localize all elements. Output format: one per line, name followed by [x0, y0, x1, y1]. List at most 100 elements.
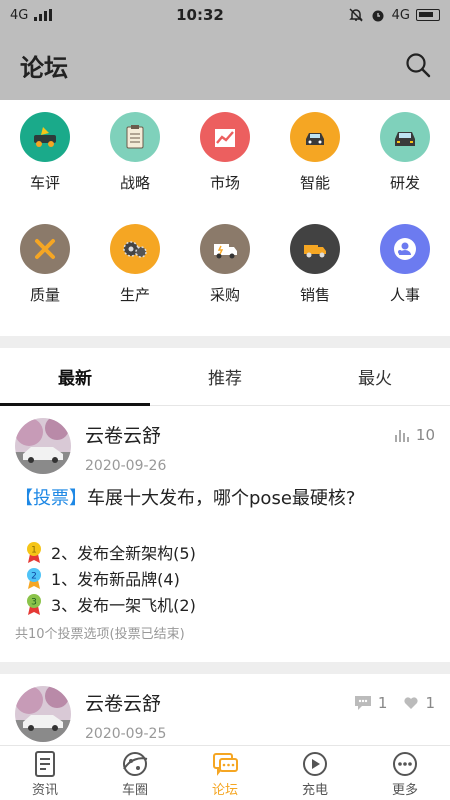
post-stats: 1 1 — [354, 686, 435, 712]
search-icon[interactable] — [404, 51, 432, 79]
status-right: 4G — [348, 7, 440, 23]
category-label: 生产 — [119, 286, 150, 304]
svg-text:1: 1 — [31, 546, 37, 556]
gold-medal-icon: 1 — [27, 542, 41, 564]
poll-option-text: 1、发布新品牌(4) — [51, 570, 180, 590]
status-bar: 4G 10:32 4G — [0, 0, 450, 30]
category-label: 车评 — [29, 174, 60, 192]
comment-count: 1 — [377, 694, 388, 713]
category-hr[interactable]: 人事 — [360, 224, 450, 336]
category-label: 质量 — [29, 286, 60, 304]
post-date: 2020-09-25 — [85, 726, 167, 743]
category-label: 采购 — [209, 286, 240, 304]
post-header: 云卷云舒 2020-09-26 10 — [15, 418, 435, 474]
svg-text:2: 2 — [31, 572, 37, 582]
section-divider — [0, 336, 450, 348]
poll-option: 2 1、发布新品牌(4) — [15, 565, 435, 591]
bottom-nav: 资讯 车圈 论坛 充电 更多 — [0, 745, 450, 800]
category-label: 销售 — [299, 286, 330, 304]
author-block: 云卷云舒 2020-09-26 — [85, 418, 394, 474]
truck-icon — [200, 224, 250, 274]
category-rnd[interactable]: 研发 — [360, 112, 450, 224]
avatar[interactable] — [15, 418, 71, 474]
more-icon — [393, 751, 417, 776]
post-item[interactable]: 云卷云舒 2020-09-25 1 1 — [0, 674, 450, 752]
post-item[interactable]: 云卷云舒 2020-09-26 10 【投票】车展十大发布，哪个pose最硬核?… — [0, 406, 450, 652]
post-header: 云卷云舒 2020-09-25 1 1 — [15, 686, 435, 743]
gears-icon — [110, 224, 160, 274]
post-title-text: 车展十大发布，哪个pose最硬核? — [87, 488, 356, 509]
category-label: 战略 — [119, 174, 150, 192]
view-count: 10 — [415, 426, 435, 444]
author-name[interactable]: 云卷云舒 — [85, 689, 354, 716]
nav-more[interactable]: 更多 — [360, 746, 450, 800]
nav-label: 更多 — [391, 782, 418, 798]
poll-options: 1 2、发布全新架构(5) 2 1、发布新品牌(4) 3 3、发布一架飞机(2) — [15, 539, 435, 617]
category-label: 市场 — [209, 174, 240, 192]
category-label: 人事 — [389, 286, 420, 304]
network-label: 4G — [10, 7, 29, 23]
avatar[interactable] — [15, 686, 71, 743]
alarm-icon — [372, 10, 384, 22]
category-quality[interactable]: 质量 — [0, 224, 90, 336]
car-front-icon — [380, 112, 430, 162]
poll-option-text: 2、发布全新架构(5) — [51, 544, 196, 564]
trend-chart-icon — [200, 112, 250, 162]
silver-medal-icon: 2 — [27, 568, 41, 590]
category-strategy[interactable]: 战略 — [90, 112, 180, 224]
tab-hottest[interactable]: 最火 — [300, 348, 450, 405]
tab-recommended[interactable]: 推荐 — [150, 348, 300, 405]
author-name[interactable]: 云卷云舒 — [85, 421, 394, 448]
nav-charging[interactable]: 充电 — [270, 746, 360, 800]
tab-bar: 最新 推荐 最火 — [0, 348, 450, 406]
nav-forum[interactable]: 论坛 — [180, 746, 270, 800]
clipboard-icon — [110, 112, 160, 162]
bar-chart-icon — [394, 430, 409, 442]
category-car-review[interactable]: 车评 — [0, 112, 90, 224]
people-icon — [380, 224, 430, 274]
news-icon — [35, 750, 55, 777]
category-label: 智能 — [299, 174, 330, 192]
app-header: 论坛 — [0, 30, 450, 100]
post-stats: 10 — [394, 418, 435, 444]
tools-icon — [20, 224, 70, 274]
car-review-icon — [20, 112, 70, 162]
nav-label: 论坛 — [211, 782, 238, 798]
play-icon — [303, 751, 327, 776]
poll-option-text: 3、发布一架飞机(2) — [51, 596, 196, 616]
comment-icon — [354, 696, 371, 711]
poll-option: 1 2、发布全新架构(5) — [15, 539, 435, 565]
network-label-right: 4G — [391, 7, 410, 23]
category-label: 研发 — [389, 174, 420, 192]
poll-option: 3 3、发布一架飞机(2) — [15, 591, 435, 617]
tab-latest[interactable]: 最新 — [0, 348, 150, 406]
category-market[interactable]: 市场 — [180, 112, 270, 224]
status-left: 4G — [10, 7, 53, 23]
nav-label: 充电 — [301, 782, 328, 798]
nav-label: 车圈 — [121, 782, 148, 798]
signal-icon — [34, 9, 53, 21]
status-time: 10:32 — [176, 6, 224, 24]
category-grid: 车评 战略 市场 智能 研发 质量 生产 采购 销售 人事 — [0, 100, 450, 336]
poll-summary: 共10个投票选项(投票已结束) — [15, 627, 185, 643]
battery-icon — [416, 9, 440, 21]
nav-news[interactable]: 资讯 — [0, 746, 90, 800]
nav-car-circle[interactable]: 车圈 — [90, 746, 180, 800]
category-sales[interactable]: 销售 — [270, 224, 360, 336]
smart-car-icon — [290, 112, 340, 162]
bronze-medal-icon: 3 — [27, 594, 41, 616]
mute-icon — [348, 8, 363, 22]
planet-icon — [123, 751, 148, 776]
delivery-truck-icon — [290, 224, 340, 274]
author-block: 云卷云舒 2020-09-25 — [85, 686, 354, 742]
category-purchasing[interactable]: 采购 — [180, 224, 270, 336]
post-date: 2020-09-26 — [85, 458, 167, 474]
nav-label: 资讯 — [31, 782, 58, 798]
heart-icon[interactable] — [403, 695, 419, 711]
post-title[interactable]: 【投票】车展十大发布，哪个pose最硬核? — [15, 486, 435, 511]
section-divider — [0, 662, 450, 675]
page-title: 论坛 — [20, 53, 68, 82]
category-smart[interactable]: 智能 — [270, 112, 360, 224]
like-count: 1 — [425, 694, 435, 713]
category-production[interactable]: 生产 — [90, 224, 180, 336]
